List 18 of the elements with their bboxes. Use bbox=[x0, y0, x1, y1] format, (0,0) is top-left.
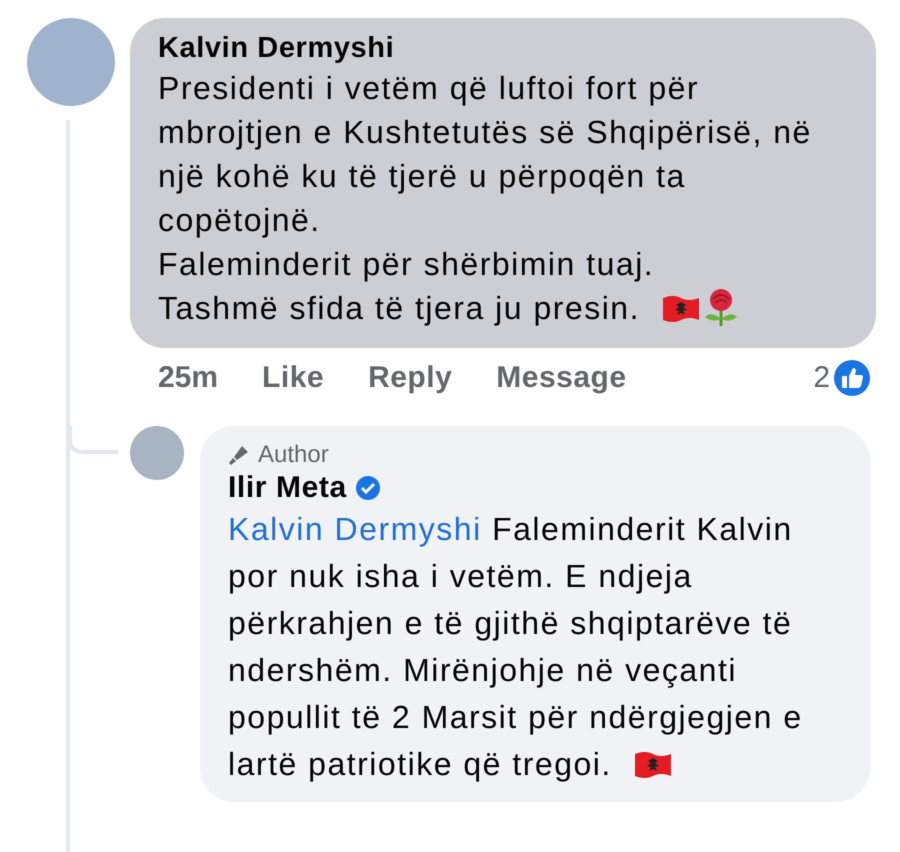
like-icon bbox=[834, 360, 870, 396]
pen-icon bbox=[228, 444, 250, 466]
comment-text: Faleminderit për shërbimin tuaj. bbox=[158, 245, 656, 284]
timestamp: 25m bbox=[158, 361, 218, 395]
comment-text: Tashmë sfida të tjera ju presin. bbox=[158, 286, 848, 330]
flag-icon bbox=[632, 749, 673, 779]
author-label: Author bbox=[258, 440, 329, 470]
reply-button[interactable]: Reply bbox=[368, 361, 452, 395]
reply-text: Kalvin Dermyshi Faleminderit Kalvin por nuk isha i vetëm. E ndjeja përkrahjen e të gjithë shqiptarëve të ndershëm. Mirënjohje në veçanti popullit të 2 Marsit për ndërgjegjen e lartë patriotike që tregoi. bbox=[228, 510, 804, 784]
mention-link[interactable]: Kalvin Dermyshi bbox=[228, 511, 482, 547]
author-name[interactable]: Kalvin Dermyshi bbox=[158, 30, 848, 66]
comment-text: Presidenti i vetëm që luftoi fort për mbrojtjen e Kushtetutës së Shqipërisë, në një kohë ku të tjerë u përpoqën ta copëtojnë. bbox=[158, 69, 813, 240]
like-button[interactable]: Like bbox=[262, 361, 324, 395]
reaction-count[interactable]: 2 bbox=[813, 361, 830, 395]
avatar[interactable] bbox=[130, 426, 184, 480]
author-name[interactable]: Ilir Meta bbox=[228, 470, 347, 506]
message-button[interactable]: Message bbox=[496, 361, 627, 395]
flag-icon bbox=[660, 293, 701, 323]
